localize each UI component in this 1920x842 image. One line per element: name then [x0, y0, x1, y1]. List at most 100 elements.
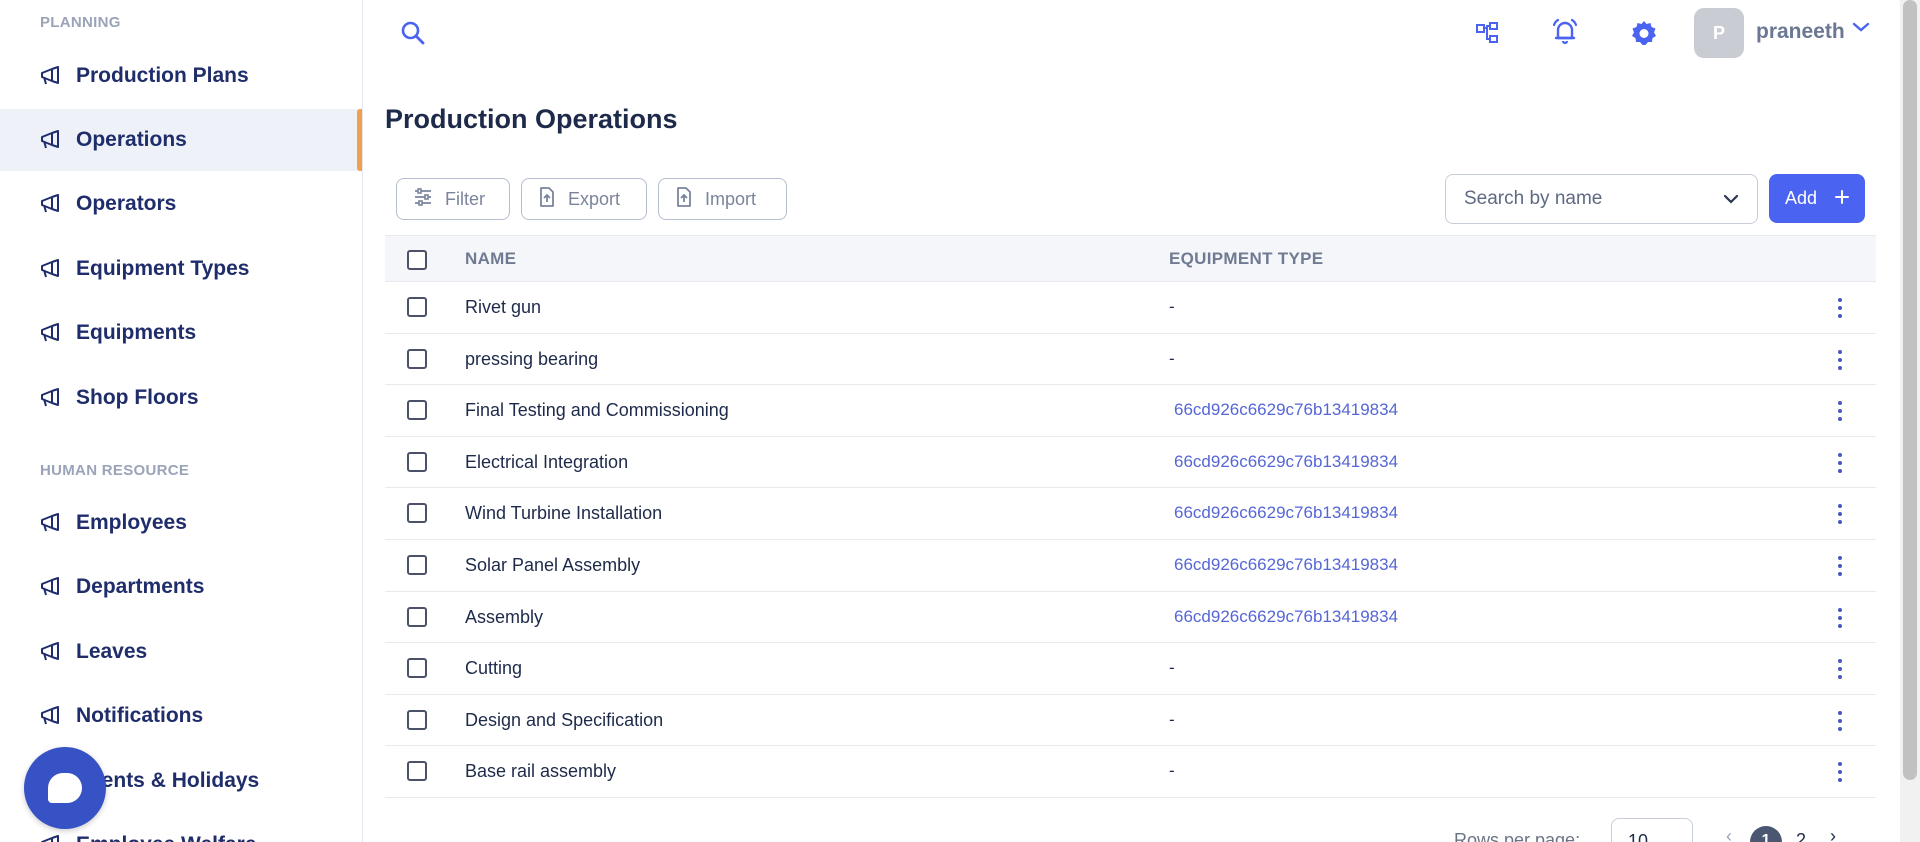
- megaphone-icon: [40, 193, 62, 215]
- row-checkbox[interactable]: [407, 503, 427, 524]
- table-row[interactable]: Design and Specification -: [385, 695, 1876, 747]
- row-checkbox[interactable]: [407, 554, 427, 575]
- sidebar-item-operations[interactable]: Operations: [0, 109, 362, 171]
- row-checkbox[interactable]: [407, 451, 427, 472]
- sidebar-item-equipment-types[interactable]: Equipment Types: [0, 238, 362, 300]
- megaphone-icon: [40, 322, 62, 344]
- page-button-2[interactable]: 2: [1796, 830, 1806, 842]
- row-checkbox[interactable]: [407, 297, 427, 317]
- search-by-name-select[interactable]: Search by name: [1445, 174, 1758, 224]
- sidebar: PLANNING Production Plans Operations Ope…: [0, 0, 363, 842]
- row-checkbox[interactable]: [407, 348, 427, 369]
- filter-label: Filter: [445, 188, 485, 209]
- select-all-checkbox[interactable]: [407, 250, 427, 270]
- table-row[interactable]: Assembly 66cd926c6629c76b13419834: [385, 592, 1876, 644]
- sidebar-item-label: Shop Floors: [76, 386, 199, 409]
- row-checkbox[interactable]: [407, 658, 427, 679]
- row-checkbox[interactable]: [407, 606, 427, 627]
- page-title: Production Operations: [385, 104, 678, 134]
- equipment-type-value: -: [1169, 348, 1175, 368]
- sidebar-item-departments[interactable]: Departments: [0, 556, 362, 618]
- row-actions-kebab-icon[interactable]: [1830, 760, 1850, 784]
- sidebar-item-leaves[interactable]: Leaves: [0, 621, 362, 683]
- operation-name: Electrical Integration: [465, 451, 629, 472]
- export-label: Export: [568, 188, 621, 209]
- sidebar-item-notifications[interactable]: Notifications: [0, 685, 362, 747]
- equipment-type-link[interactable]: 66cd926c6629c76b13419834: [1174, 400, 1398, 420]
- hierarchy-icon[interactable]: [1472, 18, 1502, 48]
- sidebar-item-label: Equipment Types: [76, 257, 250, 280]
- export-button[interactable]: Export: [521, 178, 647, 220]
- file-import-icon: [675, 186, 693, 212]
- sidebar-item-equipments[interactable]: Equipments: [0, 302, 362, 364]
- table-header: NAME EQUIPMENT TYPE: [385, 235, 1876, 282]
- megaphone-icon: [40, 512, 62, 534]
- sidebar-item-shop-floors[interactable]: Shop Floors: [0, 367, 362, 429]
- operation-name: Solar Panel Assembly: [465, 554, 641, 575]
- operations-table: NAME EQUIPMENT TYPE Rivet gun - pressing…: [385, 235, 1876, 798]
- column-header-name[interactable]: NAME: [465, 249, 516, 269]
- row-checkbox[interactable]: [407, 761, 427, 782]
- equipment-type-link[interactable]: 66cd926c6629c76b13419834: [1174, 452, 1398, 472]
- equipment-type-link[interactable]: 66cd926c6629c76b13419834: [1174, 607, 1398, 627]
- sliders-icon: [413, 187, 433, 211]
- equipment-type-value: -: [1169, 709, 1175, 729]
- table-row[interactable]: Base rail assembly -: [385, 746, 1876, 798]
- operation-name: Assembly: [465, 606, 544, 627]
- table-row[interactable]: Final Testing and Commissioning 66cd926c…: [385, 385, 1876, 437]
- sidebar-item-production-plans[interactable]: Production Plans: [0, 45, 362, 107]
- row-actions-kebab-icon[interactable]: [1830, 451, 1850, 475]
- gear-icon[interactable]: [1628, 17, 1660, 49]
- table-row[interactable]: Electrical Integration 66cd926c6629c76b1…: [385, 437, 1876, 489]
- username[interactable]: praneeth: [1756, 20, 1845, 44]
- row-actions-kebab-icon[interactable]: [1830, 296, 1850, 320]
- bell-icon[interactable]: [1549, 16, 1581, 48]
- current-page-button[interactable]: 1: [1750, 826, 1782, 842]
- column-header-equipment-type[interactable]: EQUIPMENT TYPE: [1169, 249, 1323, 269]
- chevron-down-icon: [1723, 188, 1739, 210]
- row-actions-kebab-icon[interactable]: [1830, 399, 1850, 423]
- chat-icon: [48, 773, 82, 803]
- rows-per-page-select[interactable]: 10: [1611, 818, 1693, 842]
- rows-per-page-label: Rows per page:: [1454, 830, 1581, 842]
- filter-button[interactable]: Filter: [396, 178, 510, 220]
- operation-name: pressing bearing: [465, 348, 599, 369]
- sidebar-item-label: Notifications: [76, 704, 204, 727]
- table-row[interactable]: Cutting -: [385, 643, 1876, 695]
- operation-name: Cutting: [465, 658, 523, 679]
- megaphone-icon: [40, 705, 62, 727]
- operation-name: Wind Turbine Installation: [465, 503, 663, 524]
- row-actions-kebab-icon[interactable]: [1830, 502, 1850, 526]
- prev-page-icon[interactable]: ‹: [1726, 826, 1732, 842]
- table-row[interactable]: Solar Panel Assembly 66cd926c6629c76b134…: [385, 540, 1876, 592]
- row-checkbox[interactable]: [407, 709, 427, 730]
- search-placeholder: Search by name: [1464, 188, 1603, 209]
- row-checkbox[interactable]: [407, 400, 427, 421]
- next-page-icon[interactable]: ›: [1830, 826, 1836, 842]
- sidebar-item-employees[interactable]: Employees: [0, 492, 362, 554]
- sidebar-item-label: Equipments: [76, 321, 197, 344]
- chat-launcher-button[interactable]: [24, 747, 106, 829]
- table-row[interactable]: Wind Turbine Installation 66cd926c6629c7…: [385, 488, 1876, 540]
- add-button[interactable]: Add: [1769, 174, 1865, 223]
- equipment-type-value: -: [1169, 658, 1175, 678]
- sidebar-item-label: Employees: [76, 511, 187, 534]
- row-actions-kebab-icon[interactable]: [1830, 348, 1850, 372]
- row-actions-kebab-icon[interactable]: [1830, 554, 1850, 578]
- import-button[interactable]: Import: [658, 178, 787, 220]
- table-row[interactable]: pressing bearing -: [385, 334, 1876, 386]
- scrollbar-thumb[interactable]: [1903, 0, 1917, 780]
- avatar[interactable]: P: [1694, 8, 1744, 58]
- row-actions-kebab-icon[interactable]: [1830, 606, 1850, 630]
- equipment-type-link[interactable]: 66cd926c6629c76b13419834: [1174, 503, 1398, 523]
- sidebar-item-label: Employee Welfare: [76, 833, 257, 842]
- megaphone-icon: [40, 387, 62, 409]
- row-actions-kebab-icon[interactable]: [1830, 709, 1850, 733]
- sidebar-item-operators[interactable]: Operators: [0, 173, 362, 235]
- equipment-type-link[interactable]: 66cd926c6629c76b13419834: [1174, 555, 1398, 575]
- row-actions-kebab-icon[interactable]: [1830, 657, 1850, 681]
- table-row[interactable]: Rivet gun -: [385, 282, 1876, 334]
- section-title-human-resource: HUMAN RESOURCE: [40, 462, 190, 479]
- search-icon[interactable]: [398, 18, 428, 48]
- chevron-down-icon[interactable]: [1850, 16, 1872, 38]
